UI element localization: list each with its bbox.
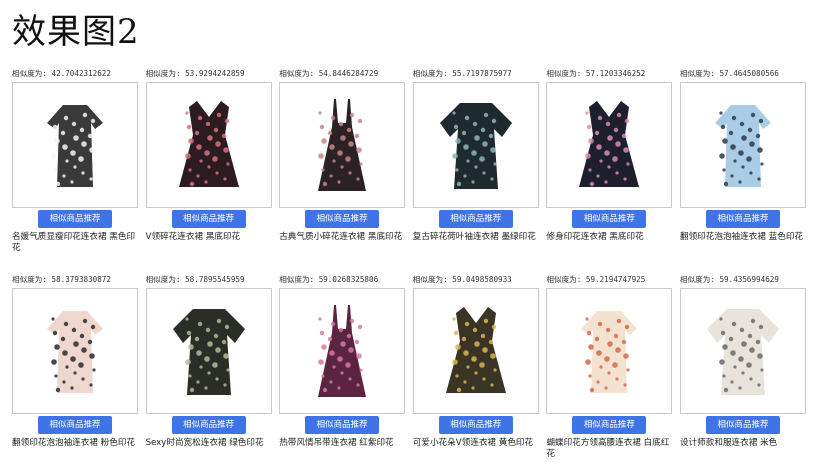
similar-products-button[interactable]: 相似商品推荐 (705, 210, 780, 228)
similarity-score: 相似度为: 59.2194747925 (546, 275, 646, 284)
product-image[interactable] (679, 82, 806, 208)
product-image[interactable] (546, 288, 673, 414)
product-name: Sexy时尚宽松连衣裙 绿色印花 (145, 438, 264, 448)
dress-photo-icon (680, 83, 805, 207)
similarity-score: 相似度为: 58.3793830872 (12, 275, 111, 284)
similarity-score: 相似度为: 53.9294242859 (145, 69, 245, 78)
similar-products-button[interactable]: 相似商品推荐 (38, 416, 112, 434)
product-card[interactable]: 相似度为: 57.4645080566 相似商品推荐翻领印花泡泡袖连衣裙 蓝色印… (679, 68, 806, 264)
product-name: 热带风情吊带连衣裙 红紫印花 (279, 438, 394, 448)
product-name: 蝴蝶印花方领高腰连衣裙 白底红花 (546, 438, 670, 459)
similar-products-button[interactable]: 相似商品推荐 (305, 210, 380, 228)
similar-products-button[interactable]: 相似商品推荐 (438, 416, 513, 434)
product-card[interactable]: 相似度为: 54.8446284729 相似商品推荐古典气质小碎花连衣裙 黑底印… (279, 68, 406, 264)
product-card[interactable]: 相似度为: 58.7895545959 相似商品推荐 Sexy时尚宽松连衣裙 绿色… (145, 274, 272, 470)
similar-products-button[interactable]: 相似商品推荐 (705, 416, 780, 434)
product-name: 可爱小花朵V领连衣裙 黄色印花 (412, 438, 534, 448)
product-image[interactable] (679, 288, 806, 414)
similarity-score: 相似度为: 57.4645080566 (679, 69, 779, 78)
product-image[interactable] (12, 288, 138, 414)
product-image[interactable] (145, 82, 272, 208)
similarity-score: 相似度为: 57.1203346252 (546, 69, 646, 78)
product-grid: 相似度为: 42.7042312622 相似商品推荐名媛气质显瘦印花连衣裙 黑色… (12, 68, 808, 470)
similar-products-button[interactable]: 相似商品推荐 (572, 416, 647, 434)
dress-photo-icon (13, 289, 137, 413)
product-image[interactable] (412, 82, 539, 208)
dress-photo-icon (680, 289, 805, 413)
similar-products-button[interactable]: 相似商品推荐 (438, 210, 513, 228)
dress-photo-icon (280, 289, 405, 413)
product-card[interactable]: 相似度为: 57.1203346252 相似商品推荐修身印花连衣裙 黑底印花 (546, 68, 673, 264)
product-name: 翻领印花泡泡袖连衣裙 粉色印花 (12, 438, 136, 448)
product-name: 设计师款和服连衣裙 米色 (679, 438, 778, 448)
dress-photo-icon (13, 83, 137, 207)
dress-photo-icon (280, 83, 405, 207)
similarity-score: 相似度为: 55.7197875977 (412, 69, 512, 78)
dress-photo-icon (146, 289, 271, 413)
similar-products-button[interactable]: 相似商品推荐 (38, 210, 112, 228)
similar-products-button[interactable]: 相似商品推荐 (305, 416, 380, 434)
product-card[interactable]: 相似度为: 58.3793830872 相似商品推荐翻领印花泡泡袖连衣裙 粉色印… (12, 274, 138, 470)
similarity-score: 相似度为: 59.0498580933 (412, 275, 512, 284)
product-name: 古典气质小碎花连衣裙 黑底印花 (279, 232, 403, 242)
similarity-score: 相似度为: 42.7042312622 (12, 69, 111, 78)
similar-products-button[interactable]: 相似商品推荐 (572, 210, 647, 228)
page-title: 效果图2 (12, 12, 140, 52)
product-card[interactable]: 相似度为: 53.9294242859 相似商品推荐 V领碎花连衣裙 黑底印花 (145, 68, 272, 264)
similarity-score: 相似度为: 59.4356994629 (679, 275, 779, 284)
product-name: V领碎花连衣裙 黑底印花 (145, 232, 241, 242)
product-image[interactable] (145, 288, 272, 414)
similar-products-button[interactable]: 相似商品推荐 (171, 210, 246, 228)
product-name: 翻领印花泡泡袖连衣裙 蓝色印花 (679, 232, 804, 242)
product-image[interactable] (412, 288, 539, 414)
product-card[interactable]: 相似度为: 59.2194747925 相似商品推荐蝴蝶印花方领高腰连衣裙 白底… (546, 274, 673, 470)
product-card[interactable]: 相似度为: 42.7042312622 相似商品推荐名媛气质显瘦印花连衣裙 黑色… (12, 68, 138, 264)
similar-products-button[interactable]: 相似商品推荐 (171, 416, 246, 434)
product-image[interactable] (12, 82, 138, 208)
product-name: 复古碎花荷叶袖连衣裙 墨绿印花 (412, 232, 536, 242)
product-card[interactable]: 相似度为: 55.7197875977 相似商品推荐复古碎花荷叶袖连衣裙 墨绿印… (412, 68, 539, 264)
product-image[interactable] (279, 82, 406, 208)
product-image[interactable] (279, 288, 406, 414)
product-name: 名媛气质显瘦印花连衣裙 黑色印花 (12, 232, 136, 253)
dress-photo-icon (413, 83, 538, 207)
similarity-score: 相似度为: 54.8446284729 (279, 69, 379, 78)
dress-photo-icon (547, 83, 672, 207)
dress-photo-icon (413, 289, 538, 413)
product-image[interactable] (546, 82, 673, 208)
product-card[interactable]: 相似度为: 59.4356994629 相似商品推荐设计师款和服连衣裙 米色 (679, 274, 806, 470)
similarity-score: 相似度为: 58.7895545959 (145, 275, 245, 284)
product-card[interactable]: 相似度为: 59.0498580933 相似商品推荐可爱小花朵V领连衣裙 黄色印… (412, 274, 539, 470)
product-name: 修身印花连衣裙 黑底印花 (546, 232, 644, 242)
product-card[interactable]: 相似度为: 59.0268325806 相似商品推荐热带风情吊带连衣裙 红紫印花 (279, 274, 406, 470)
dress-photo-icon (547, 289, 672, 413)
similarity-score: 相似度为: 59.0268325806 (279, 275, 379, 284)
dress-photo-icon (146, 83, 271, 207)
